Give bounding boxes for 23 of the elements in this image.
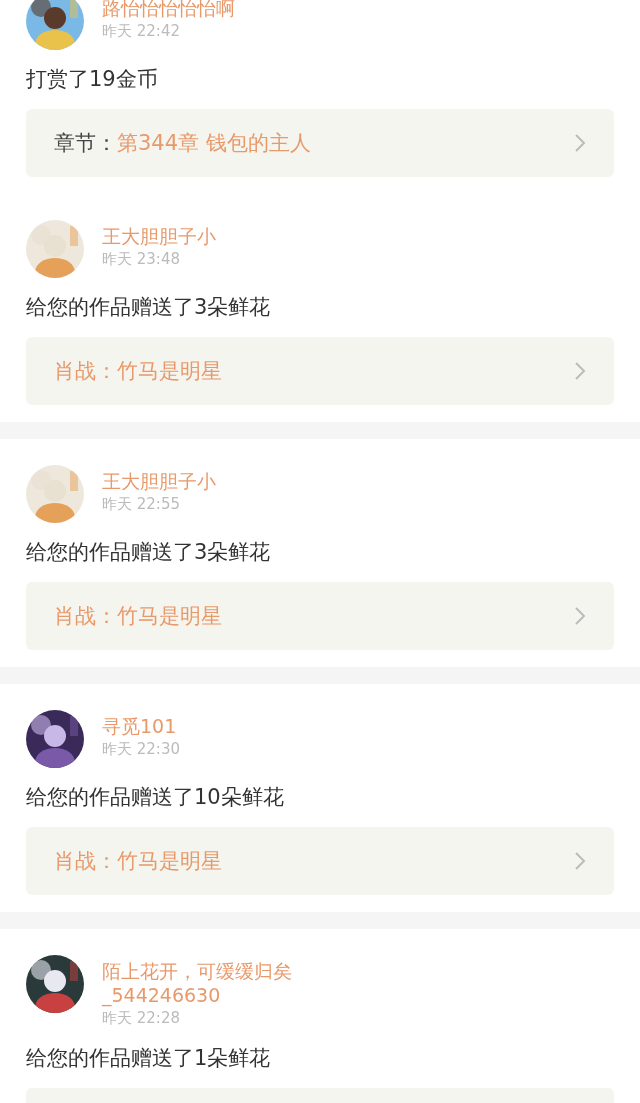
message-text: 给您的作品赠送了1朵鲜花 [25,1045,272,1072]
card-title: 章节：第344章 钱包的主人 [54,130,311,157]
work-link-card[interactable]: 肖战：竹马是明星 [26,582,614,650]
message-text: 给您的作品赠送了3朵鲜花 [25,539,272,566]
timestamp: 昨天 22:28 [102,1008,181,1029]
user-name[interactable]: 路怡怡怡怡怡啊 [102,0,235,20]
card-title: 肖战：竹马是明星 [54,358,222,385]
timestamp: 昨天 22:55 [102,494,181,515]
timestamp: 昨天 22:42 [102,21,181,42]
message-text: 给您的作品赠送了3朵鲜花 [25,294,272,321]
card-title: 肖战：竹马是明星 [54,603,222,630]
card-title: 肖战：竹马是明星 [54,848,222,875]
user-name[interactable]: 王大胆胆子小 [102,469,216,493]
timestamp: 昨天 23:48 [102,249,181,270]
message-text: 打赏了19金币 [25,66,159,93]
work-link-card[interactable]: 肖战：竹马是明星 [26,827,614,895]
user-name[interactable]: 陌上花开，可缓缓归矣_544246630 [102,959,332,1007]
work-link-card[interactable]: 肖战：竹马是明星 [26,337,614,405]
timestamp: 昨天 22:30 [102,739,180,760]
message-text: 给您的作品赠送了10朵鲜花 [25,784,285,811]
work-link-card[interactable]: 章节：第344章 钱包的主人 [26,109,614,177]
user-name[interactable]: 寻觅101 [102,714,180,738]
user-name[interactable]: 王大胆胆子小 [102,224,216,248]
